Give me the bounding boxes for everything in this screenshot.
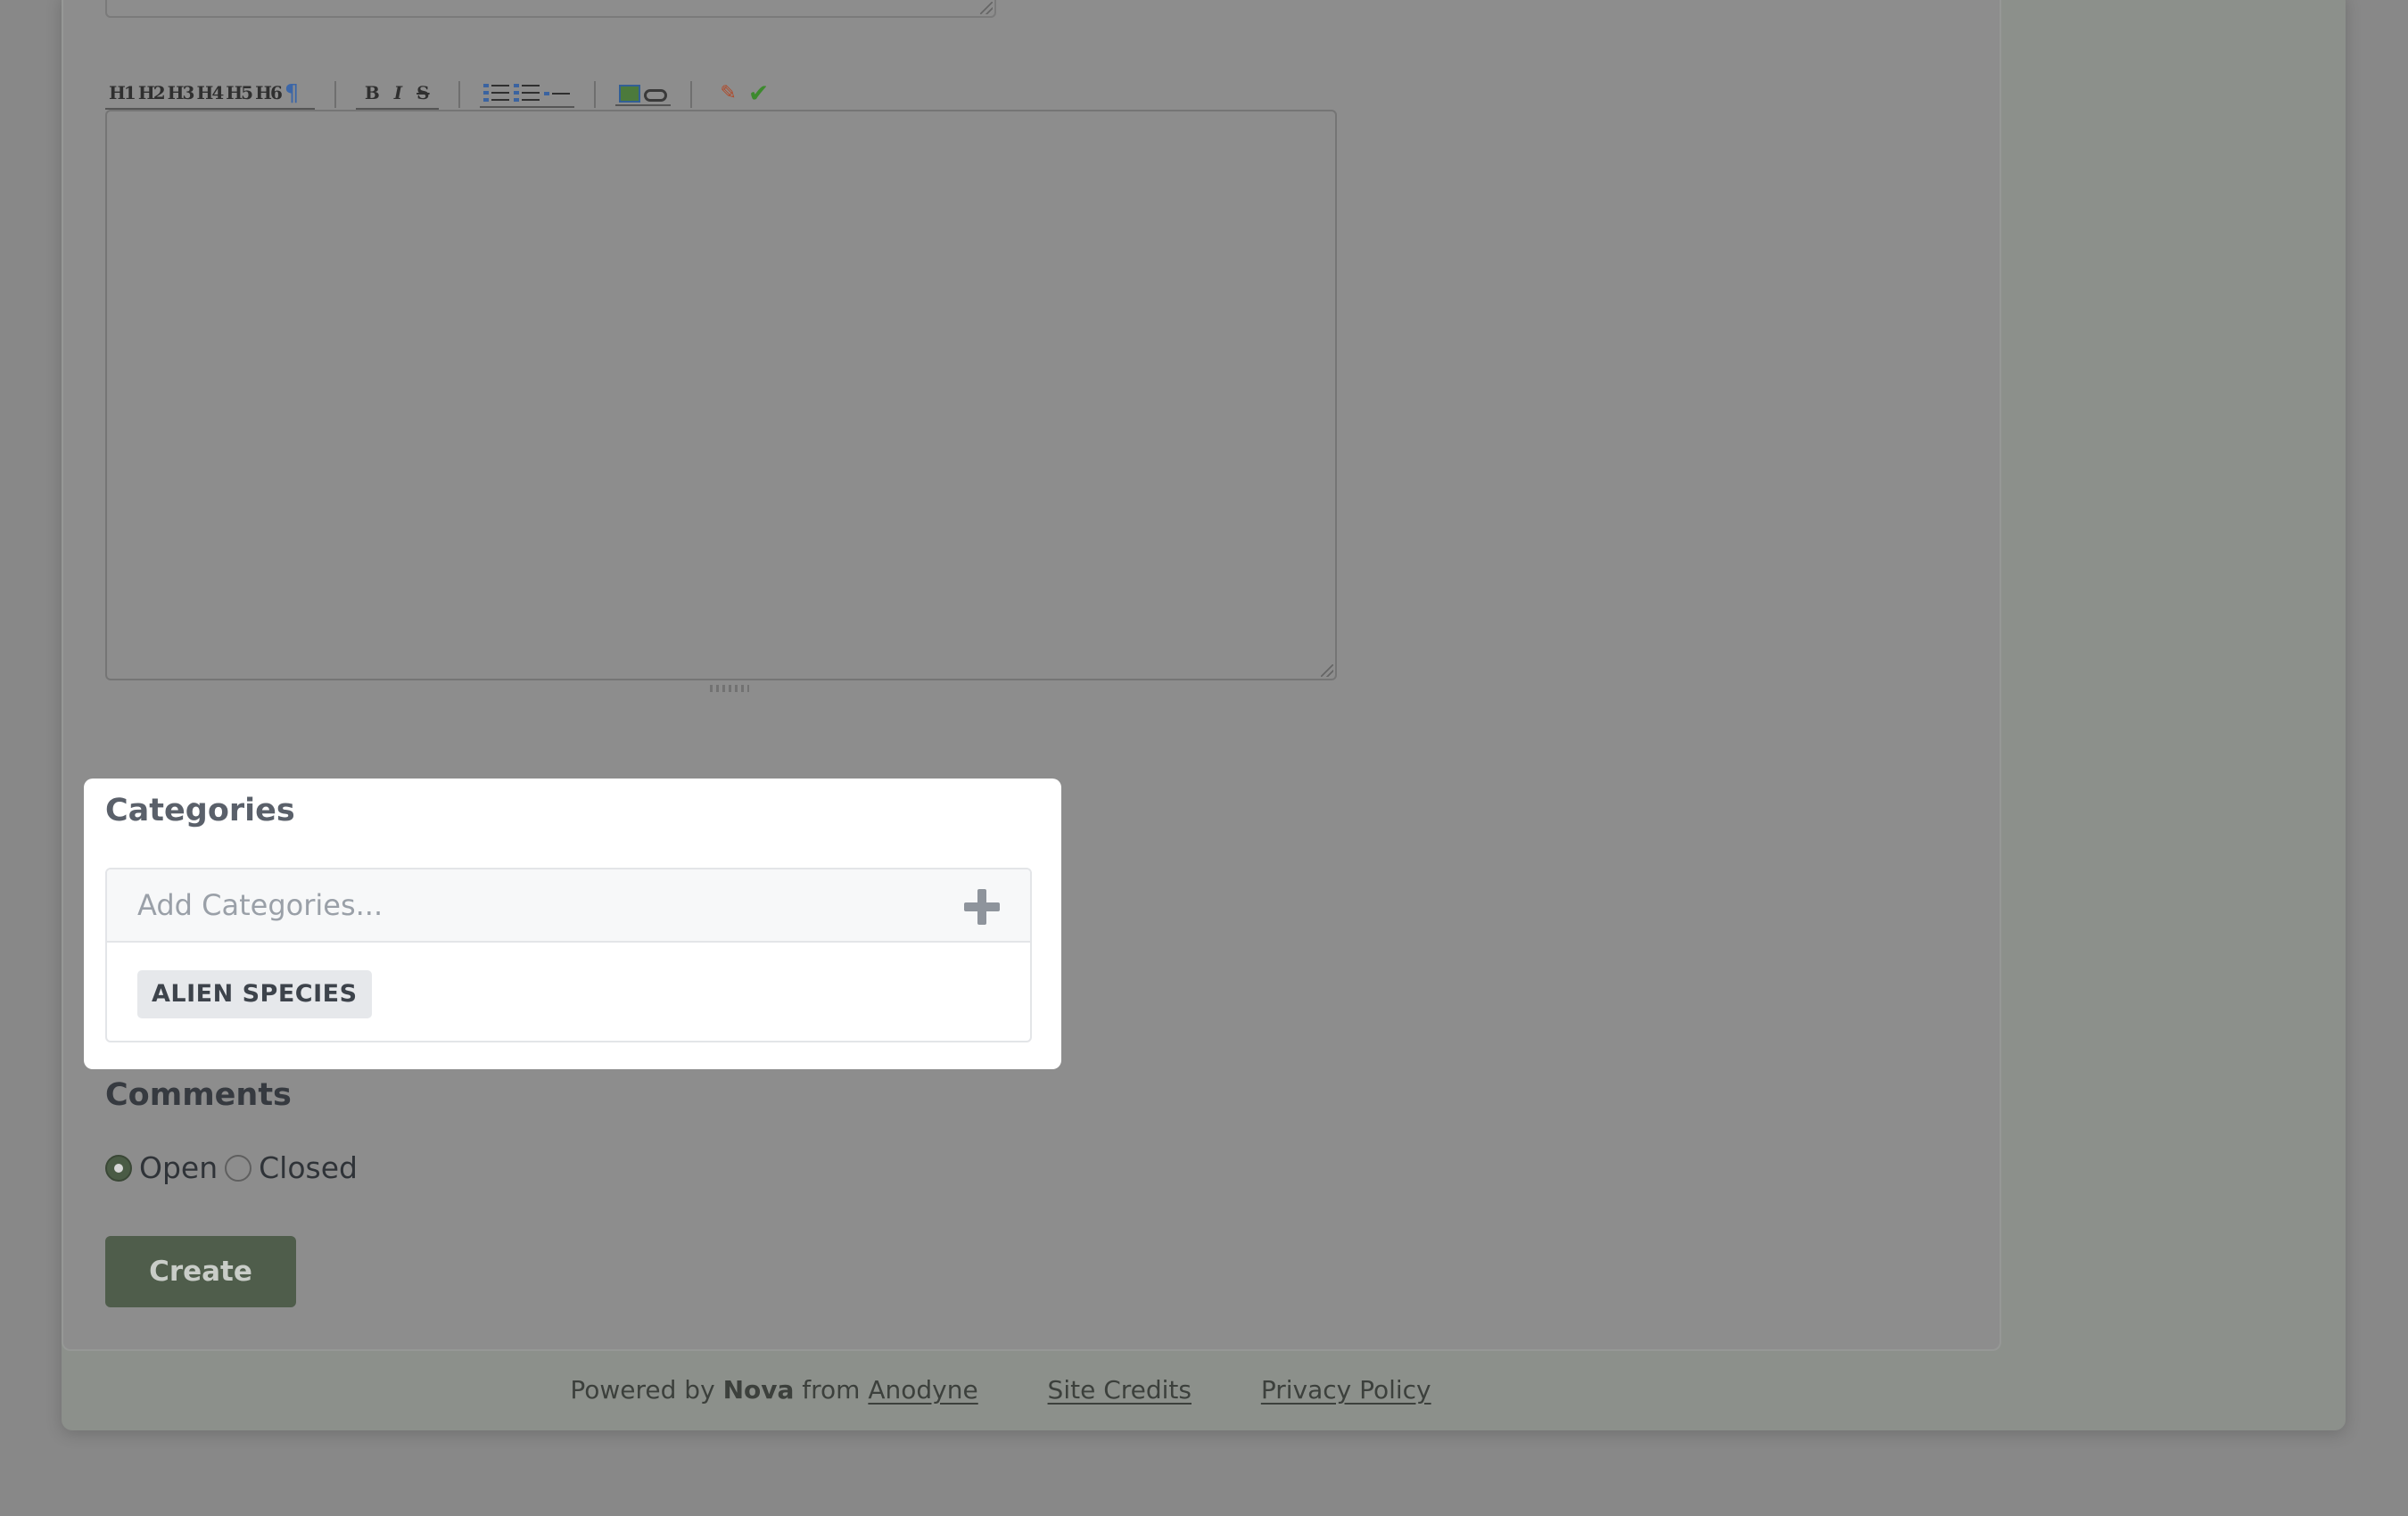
toolbar-separator <box>458 81 460 108</box>
footer-powered-by: Powered by <box>570 1375 715 1405</box>
footer-site-credits-link[interactable]: Site Credits <box>1048 1375 1192 1405</box>
footer-anodyne-link[interactable]: Anodyne <box>868 1375 977 1405</box>
h3-button[interactable]: H3 <box>166 79 195 106</box>
horizontal-rule-icon[interactable] <box>543 81 571 104</box>
format-buttons: B I S <box>355 79 439 110</box>
resize-grip-icon[interactable] <box>980 2 993 14</box>
comments-closed-radio[interactable] <box>225 1154 252 1182</box>
categories-input-row <box>107 869 1030 943</box>
resize-grip-icon[interactable] <box>1321 664 1333 677</box>
plus-icon[interactable] <box>964 889 1000 925</box>
footer: Powered by Nova from Anodyne Site Credit… <box>0 1375 2001 1405</box>
comments-open-radio[interactable] <box>105 1154 132 1182</box>
summary-textarea[interactable] <box>105 0 996 18</box>
h1-button[interactable]: H1 <box>107 79 136 106</box>
category-tag[interactable]: ALIEN SPECIES <box>137 970 372 1018</box>
preview-check-icon[interactable]: ✔ <box>746 81 772 106</box>
insert-image-icon[interactable] <box>618 85 640 103</box>
h4-button[interactable]: H4 <box>194 79 224 106</box>
comments-closed-label[interactable]: Closed <box>259 1150 358 1185</box>
create-button[interactable]: Create <box>105 1236 296 1307</box>
categories-input[interactable] <box>107 869 910 941</box>
paragraph-icon[interactable]: ¶ <box>285 81 311 106</box>
categories-card: Categories ALIEN SPECIES <box>84 779 1061 1069</box>
comments-open-label[interactable]: Open <box>139 1150 218 1185</box>
toolbar-separator <box>334 81 336 108</box>
h2-button[interactable]: H2 <box>136 79 166 106</box>
strikethrough-button[interactable]: S <box>409 79 436 106</box>
h5-button[interactable]: H5 <box>224 79 253 106</box>
insert-buttons <box>614 83 671 106</box>
clean-format-icon[interactable]: ✎ <box>715 82 742 105</box>
comments-title: Comments <box>105 1077 292 1113</box>
bulleted-list-icon[interactable] <box>482 81 510 104</box>
comments-radio-group: Open Closed <box>105 1150 365 1185</box>
heading-buttons: H1 H2 H3 H4 H5 H6 ¶ <box>105 79 315 110</box>
misc-buttons: ✎ ✔ <box>712 81 776 107</box>
toolbar-separator <box>593 81 596 108</box>
editor-resize-handle-icon[interactable] <box>710 685 749 692</box>
categories-box: ALIEN SPECIES <box>105 868 1032 1042</box>
toolbar-separator <box>689 81 692 108</box>
footer-from: from <box>802 1375 861 1405</box>
list-buttons <box>479 81 574 108</box>
insert-link-icon[interactable] <box>643 89 667 102</box>
numbered-list-icon[interactable] <box>513 81 540 104</box>
footer-privacy-policy-link[interactable]: Privacy Policy <box>1261 1375 1431 1405</box>
editor-toolbar: H1 H2 H3 H4 H5 H6 ¶ B I S ✎ ✔ <box>105 77 776 112</box>
footer-brand: Nova <box>722 1375 795 1405</box>
categories-title: Categories <box>105 793 295 828</box>
content-editor[interactable] <box>105 110 1337 680</box>
bold-button[interactable]: B <box>358 79 387 106</box>
h6-button[interactable]: H6 <box>253 79 283 106</box>
italic-button[interactable]: I <box>387 79 409 106</box>
